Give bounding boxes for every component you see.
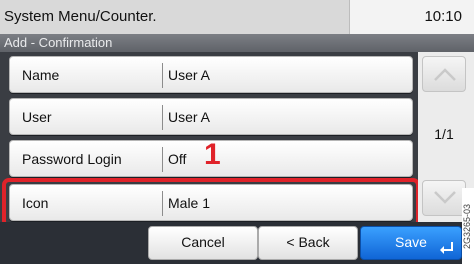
enter-icon bbox=[440, 242, 453, 254]
action-bar: Cancel < Back Save bbox=[0, 222, 474, 264]
list-item-name: Name User A bbox=[9, 56, 413, 93]
page-indicator: 1/1 bbox=[434, 126, 454, 142]
row-value: Off bbox=[168, 151, 187, 167]
highlight-frame bbox=[2, 178, 420, 228]
scroll-down-button[interactable] bbox=[422, 180, 466, 216]
screen: System Menu/Counter. 10:10 Add - Confirm… bbox=[0, 0, 474, 264]
cancel-button[interactable]: Cancel bbox=[148, 226, 258, 260]
status-bar: System Menu/Counter. 10:10 bbox=[0, 0, 474, 34]
callout-number: 1 bbox=[204, 138, 221, 171]
save-button-label: Save bbox=[395, 234, 427, 250]
divider bbox=[162, 105, 163, 130]
chevron-down-icon bbox=[434, 191, 456, 204]
chevron-up-icon bbox=[434, 68, 456, 81]
list-item-user: User User A bbox=[9, 98, 413, 135]
system-menu-title[interactable]: System Menu/Counter. bbox=[0, 0, 350, 34]
row-value: User A bbox=[168, 109, 211, 125]
clock: 10:10 bbox=[424, 8, 462, 25]
divider bbox=[162, 147, 163, 172]
back-button[interactable]: < Back bbox=[258, 226, 358, 260]
divider bbox=[162, 63, 163, 88]
row-label: User bbox=[22, 109, 52, 125]
scroll-up-button[interactable] bbox=[422, 56, 466, 92]
row-value: User A bbox=[168, 67, 211, 83]
save-button[interactable]: Save bbox=[360, 226, 462, 260]
screen-title: Add - Confirmation bbox=[0, 34, 474, 52]
row-label: Name bbox=[22, 67, 60, 83]
row-label: Password Login bbox=[22, 151, 122, 167]
figure-code: 2G3265-03 bbox=[462, 188, 474, 264]
